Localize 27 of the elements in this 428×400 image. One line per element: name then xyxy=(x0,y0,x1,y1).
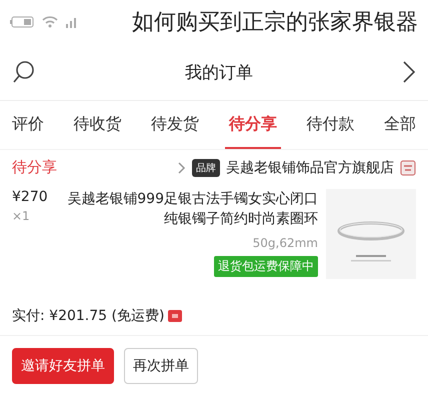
chevron-right-icon[interactable] xyxy=(402,60,416,84)
order-tab[interactable]: 待分享 xyxy=(224,101,281,149)
paid-amount: 实付: ¥201.75 (免运费) xyxy=(12,307,164,325)
overlay-title: 如何购买到正宗的张家界银器 xyxy=(132,9,418,37)
battery-icon xyxy=(10,16,34,28)
order-tab[interactable]: 待付款 xyxy=(302,101,358,149)
brand-badge: 品牌 xyxy=(192,158,220,176)
search-icon[interactable] xyxy=(12,60,36,84)
shipping-tag: 退货包运费保障中 xyxy=(214,256,318,277)
store-name[interactable]: 吴越老银铺饰品官方旗舰店 xyxy=(226,158,394,176)
store-icon xyxy=(400,160,416,176)
order-tab[interactable]: 评价 xyxy=(8,101,48,149)
product-price: ¥270 xyxy=(12,189,48,205)
wifi-icon xyxy=(42,16,58,28)
order-status: 待分享 xyxy=(12,158,57,177)
order-tab[interactable]: 待发货 xyxy=(147,101,204,149)
product-spec: 50g,62mm xyxy=(252,236,318,250)
coupon-icon xyxy=(168,310,182,322)
order-tab[interactable]: 全部 xyxy=(380,101,420,149)
chevron-right-icon xyxy=(178,162,186,174)
order-tab[interactable]: 待收货 xyxy=(70,101,126,149)
reorder-button[interactable]: 再次拼单 xyxy=(124,348,198,384)
invite-button[interactable]: 邀请好友拼单 xyxy=(12,348,114,384)
product-quantity: ×1 xyxy=(12,209,30,223)
page-title: 我的订单 xyxy=(185,62,253,84)
signal-icon xyxy=(66,16,78,28)
product-title[interactable]: 吴越老银铺999足银古法手镯女实心闭口纯银镯子简约时尚素圈环 xyxy=(56,189,318,230)
